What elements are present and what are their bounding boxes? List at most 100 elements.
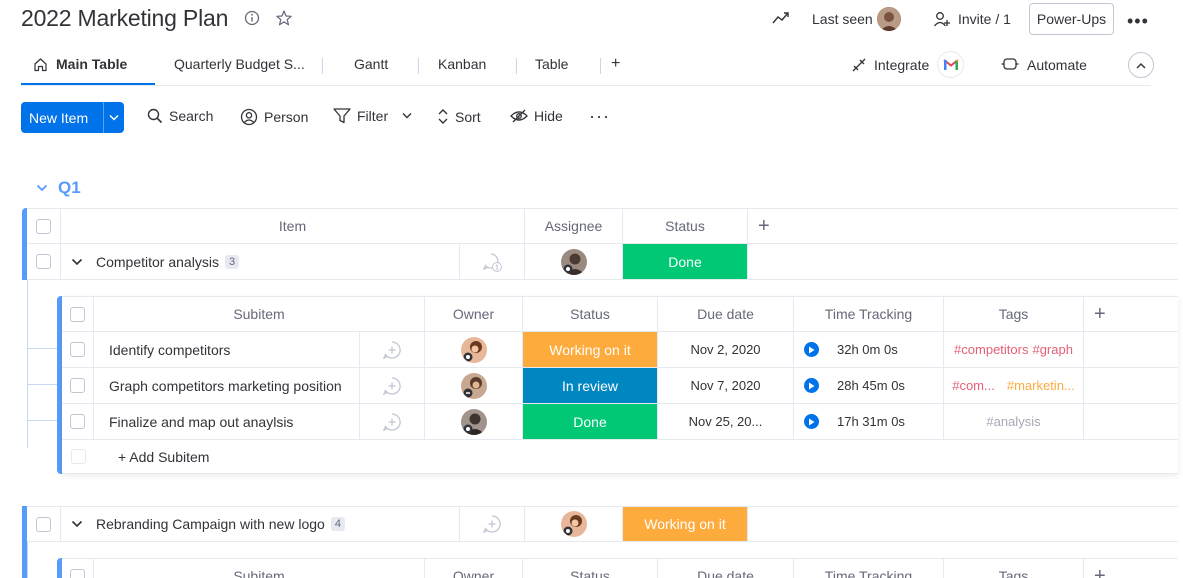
add-subitem-column-button[interactable]: + <box>1084 296 1178 332</box>
avatar[interactable] <box>460 372 487 399</box>
subitem-name[interactable]: Graph competitors marketing position <box>109 378 342 394</box>
avatar[interactable] <box>560 511 587 537</box>
subitem-select-cell[interactable] <box>62 332 94 368</box>
tab-gantt[interactable]: Gantt <box>354 56 388 72</box>
item-name[interactable]: Rebranding Campaign with new logo <box>96 516 325 532</box>
play-icon[interactable] <box>804 342 819 357</box>
subitem-status-cell[interactable]: In review <box>523 368 658 404</box>
column-header-subitem[interactable]: Subitem <box>94 296 425 332</box>
subitem-name-cell[interactable]: Graph competitors marketing position <box>94 368 360 404</box>
group-title[interactable]: Q1 <box>58 178 81 198</box>
column-header-due-date[interactable]: Due date <box>658 558 794 578</box>
subitem-status-cell[interactable]: Done <box>523 404 658 440</box>
column-header-assignee[interactable]: Assignee <box>525 208 623 244</box>
column-header-status[interactable]: Status <box>623 208 748 244</box>
select-all-subitems-cell[interactable] <box>62 558 94 578</box>
integrate-button[interactable]: Integrate <box>874 57 929 73</box>
table-row[interactable]: Competitor analysis 3 <box>61 244 460 280</box>
add-column-button[interactable]: + <box>748 208 1178 244</box>
board-title[interactable]: 2022 Marketing Plan <box>21 5 228 32</box>
column-header-sub-status[interactable]: Status <box>523 296 658 332</box>
tag[interactable]: #competitors <box>954 342 1028 357</box>
more-toolbar-button[interactable]: ··· <box>589 106 610 127</box>
tags-cell[interactable]: #analysis <box>944 404 1084 440</box>
automate-button[interactable]: Automate <box>1027 57 1087 73</box>
assignee-cell[interactable] <box>525 506 623 542</box>
play-icon[interactable] <box>804 378 819 393</box>
tag[interactable]: #analysis <box>986 414 1040 429</box>
add-subitem-button[interactable]: + Add Subitem <box>94 440 1178 474</box>
time-tracking-cell[interactable]: 17h 31m 0s <box>794 404 944 440</box>
tab-quarterly-budget[interactable]: Quarterly Budget S... <box>174 56 305 72</box>
column-header-time-tracking[interactable]: Time Tracking <box>794 296 944 332</box>
power-ups-button[interactable]: Power-Ups <box>1029 3 1114 35</box>
due-date-cell[interactable]: Nov 7, 2020 <box>658 368 794 404</box>
updates-cell[interactable]: 1 <box>460 244 525 280</box>
tags-cell[interactable]: #com... #marketin... <box>944 368 1084 404</box>
subitem-count-badge[interactable]: 3 <box>224 254 240 269</box>
row-select-cell[interactable] <box>27 506 61 542</box>
subitem-updates-cell[interactable] <box>360 332 425 368</box>
tab-table[interactable]: Table <box>535 56 568 72</box>
tag[interactable]: #graph <box>1032 342 1072 357</box>
column-header-tags[interactable]: Tags <box>944 558 1084 578</box>
column-header-due-date[interactable]: Due date <box>658 296 794 332</box>
column-header-owner[interactable]: Owner <box>425 558 523 578</box>
row-checkbox[interactable] <box>36 254 51 269</box>
hide-button[interactable]: Hide <box>510 108 563 124</box>
collapse-header-button[interactable] <box>1128 52 1154 78</box>
status-cell[interactable]: Working on it <box>623 506 748 542</box>
select-all-subitems-checkbox[interactable] <box>70 568 85 578</box>
subitem-name[interactable]: Finalize and map out anaylsis <box>109 414 293 430</box>
tab-kanban[interactable]: Kanban <box>438 56 486 72</box>
row-checkbox[interactable] <box>36 516 51 532</box>
subitem-checkbox[interactable] <box>70 378 85 393</box>
select-all-checkbox[interactable] <box>36 218 51 234</box>
select-all-subitems-cell[interactable] <box>62 296 94 332</box>
subitem-select-cell[interactable] <box>62 368 94 404</box>
owner-cell[interactable] <box>425 332 523 368</box>
subitem-status-cell[interactable]: Working on it <box>523 332 658 368</box>
avatar[interactable] <box>560 248 587 275</box>
column-header-time-tracking[interactable]: Time Tracking <box>794 558 944 578</box>
due-date-cell[interactable]: Nov 25, 20... <box>658 404 794 440</box>
subitem-name-cell[interactable]: Finalize and map out anaylsis <box>94 404 360 440</box>
add-subitem-column-button[interactable]: + <box>1084 558 1178 578</box>
invite-icon[interactable] <box>933 10 951 31</box>
column-header-subitem[interactable]: Subitem <box>94 558 425 578</box>
info-icon[interactable] <box>244 10 260 29</box>
subitem-checkbox[interactable] <box>70 342 85 357</box>
time-tracking-cell[interactable]: 28h 45m 0s <box>794 368 944 404</box>
group-header[interactable]: Q1 <box>36 178 81 198</box>
updates-cell[interactable] <box>460 506 525 542</box>
column-header-tags[interactable]: Tags <box>944 296 1084 332</box>
due-date-cell[interactable]: Nov 2, 2020 <box>658 332 794 368</box>
select-all-subitems-checkbox[interactable] <box>70 306 85 322</box>
activity-icon[interactable] <box>772 11 790 28</box>
play-icon[interactable] <box>804 414 819 429</box>
sort-button[interactable]: Sort <box>437 108 481 125</box>
row-select-cell[interactable] <box>27 244 61 280</box>
search-button[interactable]: Search <box>147 108 213 124</box>
status-cell[interactable]: Done <box>623 244 748 280</box>
tag[interactable]: #com... <box>952 378 995 393</box>
item-name[interactable]: Competitor analysis <box>96 254 219 270</box>
last-seen-label[interactable]: Last seen <box>812 11 873 27</box>
column-header-item[interactable]: Item <box>61 208 525 244</box>
tab-main-table[interactable]: Main Table <box>56 56 127 72</box>
invite-button[interactable]: Invite / 1 <box>958 11 1011 27</box>
owner-cell[interactable] <box>425 368 523 404</box>
table-row[interactable]: Rebranding Campaign with new logo 4 <box>61 506 460 542</box>
avatar[interactable] <box>460 408 487 435</box>
tag[interactable]: #marketin... <box>1007 378 1075 393</box>
person-filter-button[interactable]: Person <box>240 108 308 126</box>
column-header-owner[interactable]: Owner <box>425 296 523 332</box>
more-options-icon[interactable]: ••• <box>1127 11 1149 32</box>
select-all-cell[interactable] <box>27 208 61 244</box>
subitem-select-cell[interactable] <box>62 404 94 440</box>
new-item-button[interactable]: New Item <box>21 102 124 133</box>
column-header-sub-status[interactable]: Status <box>523 558 658 578</box>
tags-cell[interactable]: #competitors #graph <box>944 332 1084 368</box>
add-view-button[interactable]: + <box>611 55 620 73</box>
star-icon[interactable] <box>275 9 293 30</box>
